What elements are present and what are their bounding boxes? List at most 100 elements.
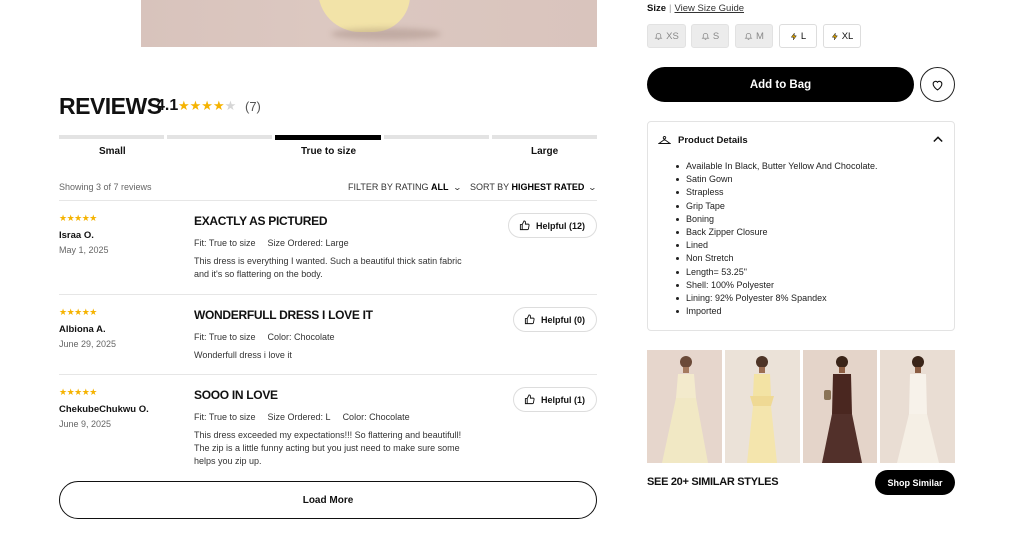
detail-item: Satin Gown xyxy=(675,173,877,186)
helpful-button[interactable]: Helpful (0) xyxy=(513,307,597,332)
review-stars: ★★★★★ xyxy=(59,387,97,397)
similar-style-thumb[interactable] xyxy=(880,350,955,463)
showing-count: Showing 3 of 7 reviews xyxy=(59,182,152,192)
review-color: Color: Chocolate xyxy=(267,332,335,342)
product-details-panel: Product Details Available In Black, Butt… xyxy=(647,121,955,331)
similar-styles-title: SEE 20+ SIMILAR STYLES xyxy=(647,476,779,488)
fit-segment xyxy=(491,135,598,139)
detail-item: Shell: 100% Polyester xyxy=(675,279,877,292)
review-title: EXACTLY AS PICTURED xyxy=(194,214,328,228)
thumbs-up-icon xyxy=(524,394,535,405)
product-details-header[interactable]: Product Details xyxy=(658,135,748,146)
chevron-up-icon[interactable] xyxy=(933,135,943,143)
divider xyxy=(59,200,597,201)
size-guide-link[interactable]: View Size Guide xyxy=(674,3,744,14)
fit-label-large: Large xyxy=(531,146,559,157)
fit-label-small: Small xyxy=(99,146,126,157)
review-meta: Fit: True to size Size Ordered: Large xyxy=(194,238,361,248)
size-option-label: XS xyxy=(666,30,679,42)
helpful-button[interactable]: Helpful (12) xyxy=(507,213,597,238)
thumbs-up-icon xyxy=(519,220,530,231)
helpful-label: Helpful (12) xyxy=(535,220,585,231)
dress-shadow xyxy=(331,28,441,40)
similar-styles-gallery xyxy=(647,350,955,463)
similar-style-thumb[interactable] xyxy=(724,350,800,463)
review-meta: Fit: True to size Size Ordered: L Color: C… xyxy=(194,412,422,422)
review-fit: Fit: True to size xyxy=(194,412,256,422)
fit-label-true: True to size xyxy=(301,146,357,157)
review-size: Size Ordered: L xyxy=(267,412,331,422)
fit-segment-active xyxy=(275,135,381,140)
size-option-xs[interactable]: XS xyxy=(647,24,686,48)
size-label: Size xyxy=(647,3,667,14)
bolt-icon xyxy=(790,31,797,41)
filter-prefix: FILTER BY RATING xyxy=(348,182,429,192)
helpful-button[interactable]: Helpful (1) xyxy=(513,387,597,412)
wishlist-button[interactable] xyxy=(920,67,955,102)
review-body: This dress exceeded my expectations!!! S… xyxy=(194,430,462,466)
add-to-bag-button[interactable]: Add to Bag xyxy=(647,67,914,102)
review-title: WONDERFULL DRESS I LOVE IT xyxy=(194,308,373,322)
size-option-l[interactable]: L xyxy=(779,24,817,48)
size-separator: | xyxy=(669,3,672,14)
review-color: Color: Chocolate xyxy=(342,412,410,422)
detail-item: Lining: 92% Polyester 8% Spandex xyxy=(675,292,877,305)
average-rating: 4.1 xyxy=(156,97,179,114)
size-option-s[interactable]: S xyxy=(691,24,729,48)
review-body: Wonderfull dress i love it xyxy=(194,350,292,360)
reviews-heading: REVIEWS xyxy=(59,93,162,119)
reviewer-name: Israa O. xyxy=(59,230,94,241)
detail-item: Back Zipper Closure xyxy=(675,226,877,239)
review-title: SOOO IN LOVE xyxy=(194,388,278,402)
reviewer-name: Albiona A. xyxy=(59,324,106,335)
chevron-down-icon: ⌄ xyxy=(588,183,598,192)
rating-stars: ★★★★★ xyxy=(178,98,236,114)
size-option-m[interactable]: M xyxy=(735,24,773,48)
heart-icon xyxy=(932,80,943,91)
fit-scale-bar xyxy=(59,135,598,140)
product-details-title: Product Details xyxy=(678,135,748,146)
product-image xyxy=(141,0,597,47)
detail-item: Lined xyxy=(675,239,877,252)
detail-item: Strapless xyxy=(675,186,877,199)
rating-stars-empty: ★ xyxy=(224,98,237,113)
shop-similar-button[interactable]: Shop Similar xyxy=(875,470,955,495)
review-stars: ★★★★★ xyxy=(59,213,97,223)
sort-value: HIGHEST RATED xyxy=(511,182,585,192)
size-option-label: M xyxy=(756,30,764,42)
similar-style-thumb[interactable] xyxy=(802,350,878,463)
sort-by[interactable]: SORT BY HIGHEST RATED ⌄ xyxy=(470,182,598,192)
bell-icon xyxy=(744,33,753,40)
size-header: Size | View Size Guide xyxy=(647,3,744,14)
detail-item: Length= 53.25" xyxy=(675,266,877,279)
detail-item: Boning xyxy=(675,213,877,226)
thumbs-up-icon xyxy=(524,314,535,325)
similar-style-thumb[interactable] xyxy=(647,350,722,463)
model-figure xyxy=(821,356,862,463)
review-date: June 29, 2025 xyxy=(59,339,117,349)
load-more-button[interactable]: Load More xyxy=(59,481,597,519)
review-body: This dress is everything I wanted. Such … xyxy=(194,256,462,279)
reviewer-name: ChekubeChukwu O. xyxy=(59,404,149,415)
detail-item: Available In Black, Butter Yellow And Ch… xyxy=(675,160,877,173)
hanger-icon xyxy=(658,136,671,144)
detail-item: Grip Tape xyxy=(675,200,877,213)
bell-icon xyxy=(654,33,663,40)
divider xyxy=(59,294,597,295)
size-option-label: XL xyxy=(841,30,854,42)
product-details-list: Available In Black, Butter Yellow And Ch… xyxy=(675,160,877,318)
filter-by-rating[interactable]: FILTER BY RATING ALL ⌄ xyxy=(348,182,462,192)
helpful-label: Helpful (0) xyxy=(541,314,585,325)
model-figure xyxy=(662,356,709,463)
bolt-icon xyxy=(831,31,838,41)
chevron-down-icon: ⌄ xyxy=(452,183,462,192)
review-meta: Fit: True to size Color: Chocolate xyxy=(194,332,347,342)
sort-prefix: SORT BY xyxy=(470,182,510,192)
size-option-label: L xyxy=(800,30,807,42)
fit-segment xyxy=(383,135,489,139)
review-stars: ★★★★★ xyxy=(59,307,97,317)
review-fit: Fit: True to size xyxy=(194,332,256,342)
detail-item: Non Stretch xyxy=(675,252,877,265)
size-option-xl[interactable]: XL xyxy=(823,24,861,48)
rating-stars-filled: ★★★★ xyxy=(178,98,225,113)
